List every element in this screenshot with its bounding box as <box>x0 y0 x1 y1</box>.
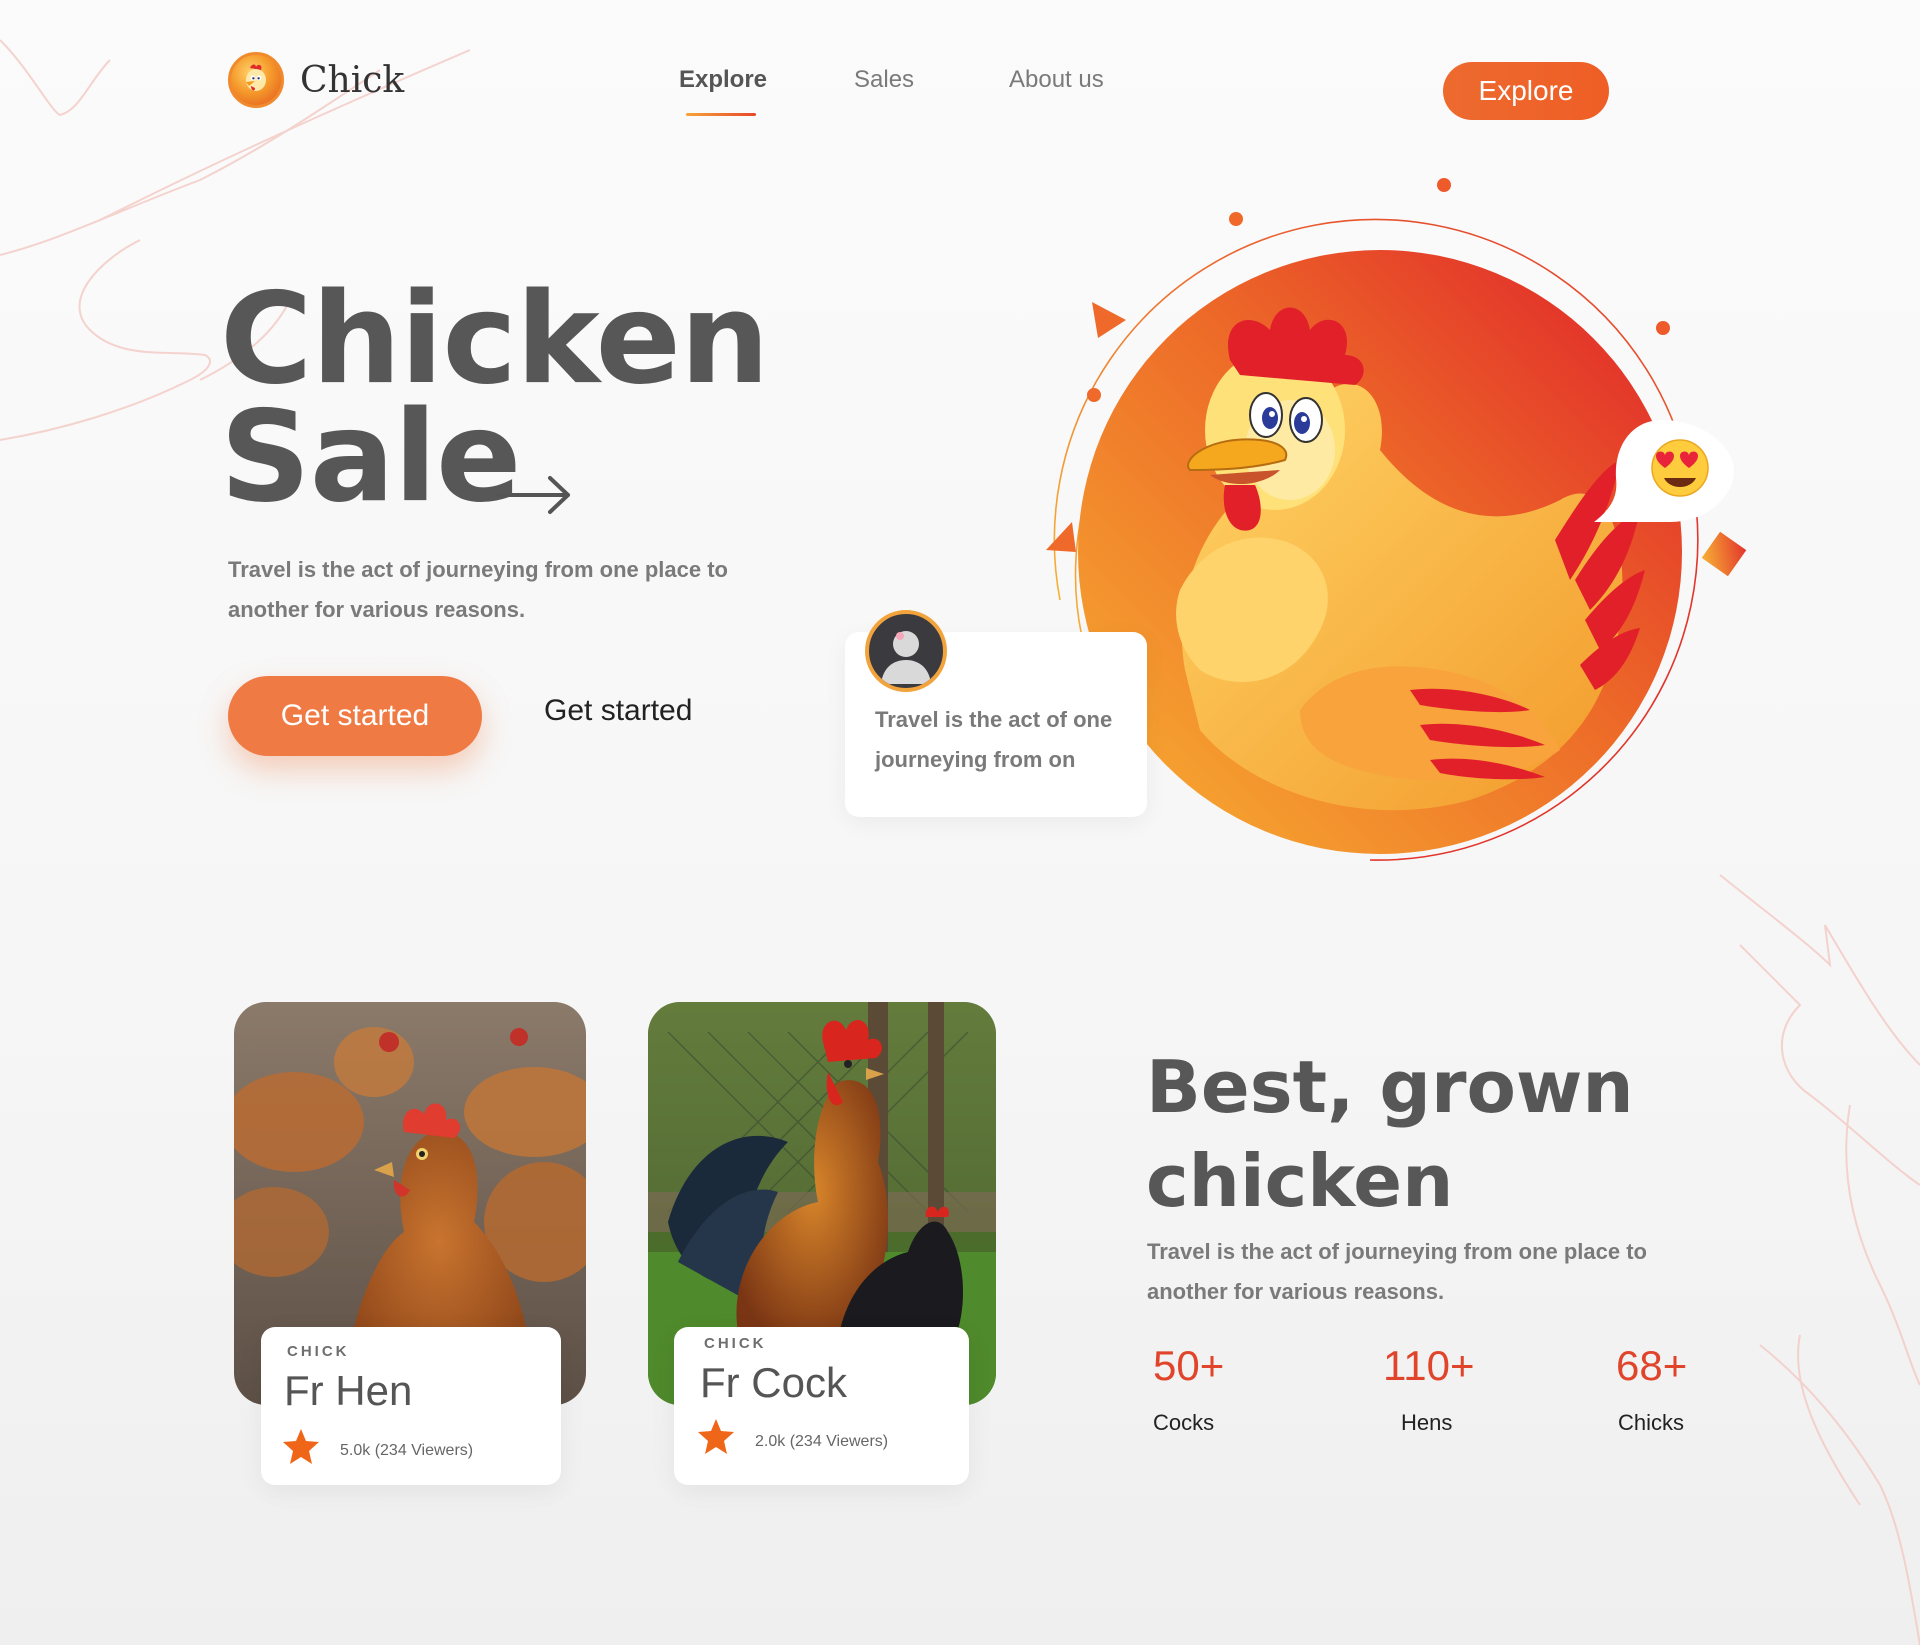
product-card-hen[interactable]: CHICK Fr Hen 5.0k (234 Viewers) <box>261 1327 561 1485</box>
main-nav: Explore Sales About us <box>0 66 1920 126</box>
stat-value-cocks: 50+ <box>1153 1342 1225 1389</box>
nav-item-sales[interactable]: Sales <box>854 66 914 94</box>
section-title: Best, grown chicken <box>1146 1040 1634 1228</box>
section-title-line-2: chicken <box>1146 1139 1454 1223</box>
star-icon <box>283 1429 319 1464</box>
section-title-line-1: Best, grown <box>1146 1045 1634 1129</box>
nav-item-about-us[interactable]: About us <box>1009 66 1104 94</box>
review-text: Travel is the act of one journeying from… <box>875 707 1113 772</box>
product-card-cock[interactable]: CHICK Fr Cock 2.0k (234 Viewers) <box>674 1327 969 1485</box>
stat-value-chicks: 68+ <box>1616 1342 1688 1389</box>
stat-value-hens: 110+ <box>1383 1342 1475 1389</box>
stat-label-cocks: Cocks <box>1153 1410 1215 1435</box>
card-kicker: CHICK <box>704 1335 767 1352</box>
nav-item-explore[interactable]: Explore <box>679 66 767 94</box>
stat-label-hens: Hens <box>1401 1410 1453 1435</box>
section-subtitle: Travel is the act of journeying from one… <box>1147 1239 1647 1304</box>
card-title: Fr Hen <box>284 1367 413 1414</box>
card-title: Fr Cock <box>700 1359 847 1406</box>
card-kicker: CHICK <box>287 1343 350 1360</box>
get-started-button[interactable]: Get started <box>228 676 482 756</box>
hero-title-line-2: Sale <box>220 383 521 530</box>
star-icon <box>698 1419 734 1454</box>
hero-subtitle: Travel is the act of journeying from one… <box>228 557 728 622</box>
explore-button[interactable]: Explore <box>1443 62 1609 120</box>
card-rating: 5.0k (234 Viewers) <box>340 1442 474 1459</box>
get-started-link[interactable]: Get started <box>544 694 692 728</box>
card-rating: 2.0k (234 Viewers) <box>755 1433 889 1450</box>
heart-eyes-emoji-bubble <box>1594 420 1734 522</box>
avatar <box>865 610 947 692</box>
hero-title: Chicken Sale <box>220 276 770 520</box>
stat-label-chicks: Chicks <box>1618 1410 1685 1435</box>
nav-active-indicator <box>686 113 756 116</box>
arrow-right-icon <box>496 476 570 514</box>
